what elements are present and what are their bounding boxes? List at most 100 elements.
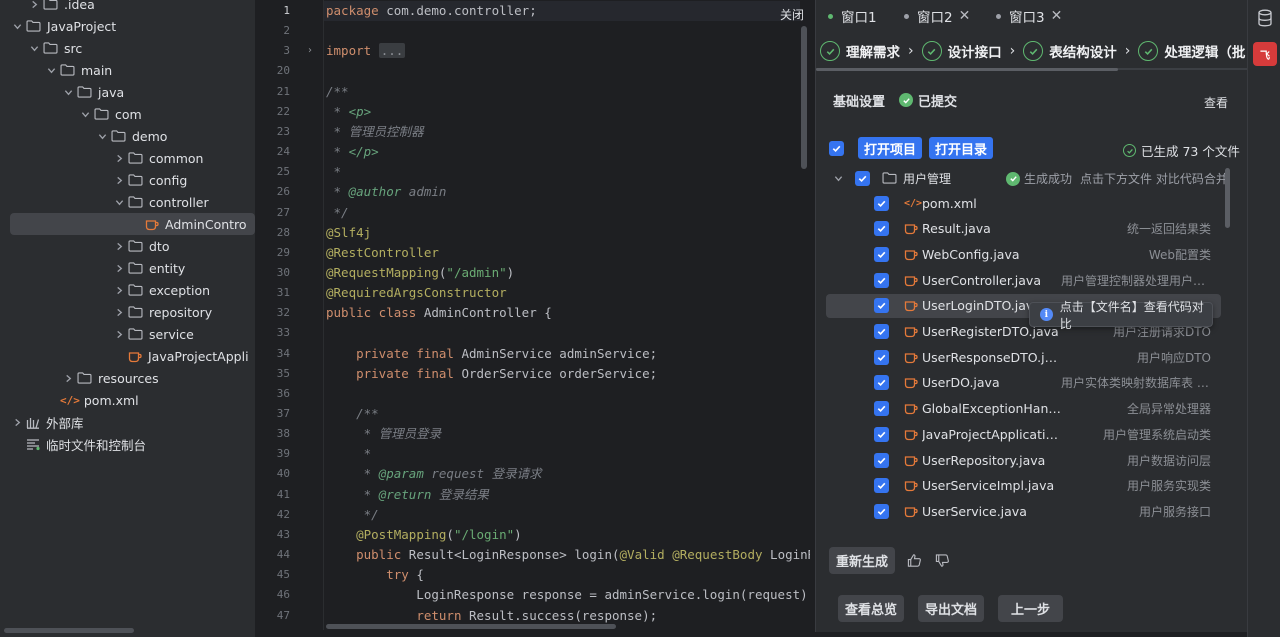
chevron-down-icon[interactable] (61, 85, 75, 99)
file-row[interactable]: UserRepository.java 用户数据访问层 (826, 448, 1221, 472)
export-docs-button[interactable]: 导出文档 (918, 594, 985, 622)
chevron-down-icon[interactable] (95, 129, 109, 143)
view-overview-button[interactable]: 查看总览 (838, 594, 905, 622)
step-item[interactable]: 设计接口 (921, 41, 1002, 61)
tree-item[interactable]: com (0, 103, 255, 125)
step-item[interactable]: 处理逻辑（批 (1138, 41, 1245, 61)
file-row[interactable]: UserDO.java 用户实体类映射数据库表 t... (826, 371, 1221, 395)
tree-item[interactable]: demo (0, 125, 255, 147)
file-checkbox[interactable] (874, 503, 889, 519)
file-name[interactable]: UserServiceImpl.java (922, 478, 1054, 493)
file-name[interactable]: Result.java (922, 221, 991, 236)
file-checkbox[interactable] (874, 375, 889, 391)
chevron-down-icon[interactable] (27, 41, 41, 55)
chevron-right-icon[interactable] (10, 415, 24, 429)
fold-chevron-icon[interactable]: › (308, 45, 312, 56)
chevron-down-icon[interactable] (831, 174, 845, 183)
close-button[interactable]: 关闭 (780, 6, 804, 23)
file-name[interactable]: UserDO.java (922, 375, 1000, 390)
window-tab[interactable]: 窗口1 (828, 4, 877, 28)
chevron-right-icon[interactable] (112, 173, 126, 187)
tree-item[interactable]: 外部库 (0, 411, 255, 433)
file-checkbox[interactable] (874, 195, 889, 211)
file-checkbox[interactable] (874, 324, 889, 339)
file-checkbox[interactable] (874, 298, 889, 314)
chevron-right-icon[interactable] (61, 371, 75, 385)
file-name[interactable]: GlobalExceptionHandler... (922, 401, 1062, 416)
editor-horizontal-scrollbar[interactable] (326, 624, 616, 629)
file-checkbox[interactable] (874, 221, 889, 237)
chevron-right-icon[interactable] (112, 305, 126, 319)
open-directory-button[interactable]: 打开目录 (929, 137, 994, 159)
step-item[interactable]: 表结构设计 (1023, 41, 1117, 61)
file-row[interactable]: UserController.java 用户管理控制器处理用户注... (826, 268, 1221, 292)
previous-step-button[interactable]: 上一步 (998, 594, 1064, 622)
chevron-right-icon[interactable] (112, 327, 126, 341)
tree-item[interactable]: java (0, 81, 255, 103)
file-name[interactable]: UserResponseDTO.java (922, 350, 1062, 365)
chevron-right-icon[interactable] (112, 283, 126, 297)
file-name[interactable]: UserController.java (922, 273, 1041, 288)
open-project-button[interactable]: 打开项目 (858, 137, 923, 159)
file-checkbox[interactable] (874, 426, 889, 442)
tree-item[interactable]: </> pom.xml (0, 389, 255, 411)
chevron-down-icon[interactable] (10, 19, 24, 33)
thumbs-up-icon[interactable] (907, 552, 923, 568)
file-row[interactable]: GlobalExceptionHandler... 全局异常处理器 (826, 397, 1221, 421)
chevron-right-icon[interactable] (112, 261, 126, 275)
file-checkbox[interactable] (874, 478, 889, 494)
group-checkbox[interactable] (855, 170, 870, 186)
tree-item[interactable]: src (0, 37, 255, 59)
file-row[interactable]: JavaProjectApplication... 用户管理系统启动类 (826, 422, 1221, 446)
select-all-checkbox[interactable] (829, 140, 844, 156)
tree-item[interactable]: exception (0, 279, 255, 301)
file-checkbox[interactable] (874, 272, 889, 288)
file-row[interactable]: UserServiceImpl.java 用户服务实现类 (826, 474, 1221, 498)
code-editor[interactable]: 1 2 3 › 20 21 22 23 24 25 26 27 28 29 30 31 32 33 34 35 36 37… (260, 0, 810, 630)
chevron-right-icon[interactable] (27, 0, 41, 11)
tree-item[interactable]: repository (0, 301, 255, 323)
editor-vertical-scrollbar[interactable] (801, 26, 807, 169)
tree-item[interactable]: common (0, 147, 255, 169)
file-row[interactable]: WebConfig.java Web配置类 (826, 242, 1221, 266)
window-tab[interactable]: 窗口2 ✕ (904, 4, 970, 28)
file-row[interactable]: UserResponseDTO.java 用户响应DTO (826, 345, 1221, 369)
tree-item[interactable]: config (0, 169, 255, 191)
file-row[interactable]: UserService.java 用户服务接口 (826, 499, 1221, 523)
regenerate-button[interactable]: 重新生成 (829, 546, 896, 574)
file-name[interactable]: UserService.java (922, 504, 1027, 519)
close-icon[interactable]: ✕ (1051, 8, 1063, 24)
tree-item[interactable]: service (0, 323, 255, 345)
file-row[interactable]: </> pom.xml (826, 191, 1221, 215)
thumbs-down-icon[interactable] (935, 552, 951, 568)
file-checkbox[interactable] (874, 349, 889, 365)
file-checkbox[interactable] (874, 401, 889, 417)
chevron-right-icon[interactable] (112, 151, 126, 165)
tree-item[interactable]: dto (0, 235, 255, 257)
feishu-icon[interactable]: 飞 (1253, 42, 1277, 66)
file-name[interactable]: UserLoginDTO.java (922, 298, 1041, 313)
file-checkbox[interactable] (874, 452, 889, 468)
view-link[interactable]: 查看 (1204, 94, 1228, 111)
steps-scrollbar[interactable] (816, 68, 1118, 71)
database-icon[interactable] (1257, 9, 1273, 27)
file-list-scrollbar[interactable] (1225, 168, 1230, 228)
file-name[interactable]: JavaProjectApplication... (922, 427, 1062, 442)
tree-item[interactable]: main (0, 59, 255, 81)
window-tab[interactable]: 窗口3 ✕ (996, 4, 1062, 28)
chevron-right-icon[interactable] (112, 239, 126, 253)
file-checkbox[interactable] (874, 246, 889, 262)
tree-item[interactable]: JavaProject (0, 15, 255, 37)
chevron-down-icon[interactable] (44, 63, 58, 77)
tree-item[interactable]: entity (0, 257, 255, 279)
tree-item[interactable]: resources (0, 367, 255, 389)
file-name[interactable]: pom.xml (922, 196, 977, 211)
step-item[interactable]: 理解需求 (820, 41, 900, 61)
tree-horizontal-scrollbar[interactable] (4, 628, 134, 633)
file-name[interactable]: WebConfig.java (922, 247, 1020, 262)
chevron-down-icon[interactable] (112, 195, 126, 209)
file-name[interactable]: UserRepository.java (922, 453, 1045, 468)
file-row[interactable]: Result.java 统一返回结果类 (826, 217, 1221, 241)
close-icon[interactable]: ✕ (959, 8, 971, 24)
tree-item[interactable]: JavaProjectAppli (0, 345, 255, 367)
